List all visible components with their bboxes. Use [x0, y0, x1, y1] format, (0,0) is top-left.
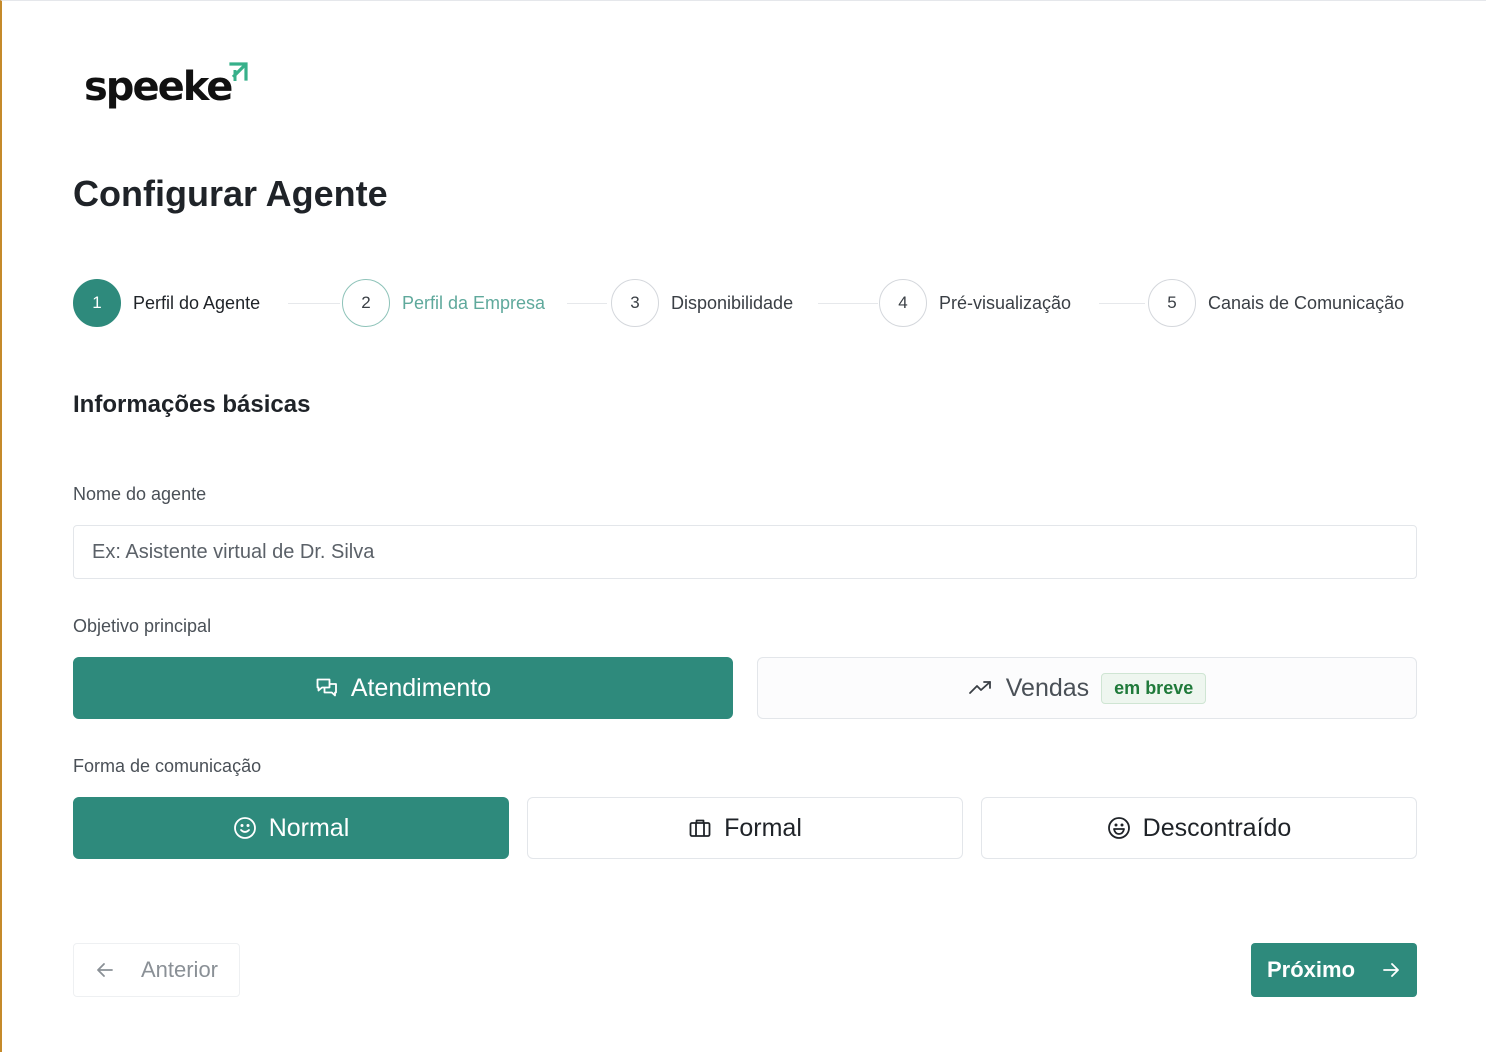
chat-bubbles-icon — [315, 676, 339, 700]
step-number: 2 — [342, 279, 390, 327]
objective-atendimento-button[interactable]: Atendimento — [73, 657, 733, 719]
section-title: Informações básicas — [73, 391, 311, 418]
step-label: Disponibilidade — [671, 292, 794, 313]
objective-vendas-button[interactable]: Vendas em breve — [757, 657, 1417, 719]
brand-name: speeke — [84, 64, 233, 110]
step-perfil-agente[interactable]: 1 Perfil do Agente — [73, 279, 260, 327]
step-disponibilidade[interactable]: 3 Disponibilidade — [611, 279, 793, 327]
communication-normal-label: Normal — [268, 813, 350, 842]
brand-logo: speeke — [84, 61, 249, 113]
briefcase-icon — [688, 816, 712, 840]
step-connector — [288, 303, 340, 304]
logo-arrow-icon — [229, 62, 248, 81]
objective-atendimento-label: Atendimento — [350, 673, 492, 702]
communication-normal-button[interactable]: Normal — [73, 797, 509, 859]
page-title: Configurar Agente — [73, 173, 388, 214]
step-label: Perfil da Empresa — [402, 292, 546, 313]
previous-label: Anterior — [140, 957, 219, 982]
step-connector — [818, 303, 878, 304]
step-connector — [567, 303, 607, 304]
communication-formal-button[interactable]: Formal — [527, 797, 963, 859]
step-number: 3 — [611, 279, 659, 327]
step-number: 5 — [1148, 279, 1196, 327]
communication-formal-label: Formal — [724, 813, 802, 842]
communication-descontraido-label: Descontraído — [1142, 813, 1292, 842]
step-number: 1 — [73, 279, 121, 327]
laugh-icon — [1107, 816, 1131, 840]
trending-up-icon — [968, 678, 994, 698]
step-pre-visualizacao[interactable]: 4 Pré-visualização — [879, 279, 1071, 327]
step-connector — [1099, 303, 1145, 304]
next-button[interactable]: Próximo — [1251, 943, 1417, 997]
step-canais-comunicacao[interactable]: 5 Canais de Comunicação — [1148, 279, 1404, 327]
step-label: Canais de Comunicação — [1208, 292, 1405, 313]
smile-icon — [233, 816, 257, 840]
agent-name-input[interactable] — [73, 525, 1417, 579]
arrow-left-icon — [95, 960, 115, 980]
objective-vendas-label: Vendas — [1005, 673, 1090, 702]
step-label: Perfil do Agente — [133, 292, 261, 313]
objective-label: Objetivo principal — [73, 616, 212, 636]
step-number: 4 — [879, 279, 927, 327]
previous-button[interactable]: Anterior — [73, 943, 240, 997]
step-perfil-empresa[interactable]: 2 Perfil da Empresa — [342, 279, 545, 327]
stepper: 1 Perfil do Agente 2 Perfil da Empresa 3… — [73, 279, 1417, 327]
coming-soon-badge: em breve — [1101, 672, 1207, 704]
step-label: Pré-visualização — [939, 292, 1072, 313]
agent-name-label: Nome do agente — [73, 484, 207, 504]
next-label: Próximo — [1266, 957, 1356, 982]
arrow-right-icon — [1381, 960, 1401, 980]
communication-label: Forma de comunicação — [73, 756, 262, 776]
app-window: speeke Configurar Agente 1 Perfil do Age… — [0, 0, 1486, 1052]
communication-descontraido-button[interactable]: Descontraído — [981, 797, 1417, 859]
